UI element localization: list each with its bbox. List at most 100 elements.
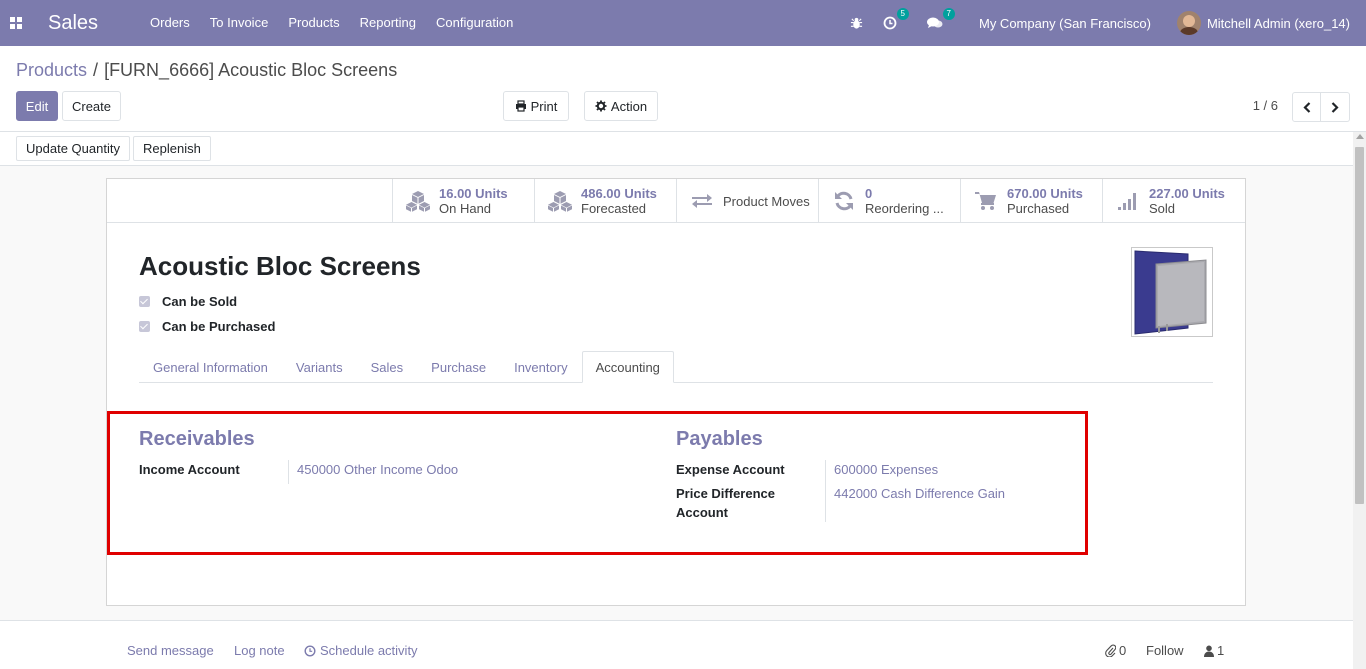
exchange-icon — [689, 192, 715, 210]
activity-count-badge: 5 — [896, 8, 909, 20]
attachments-button[interactable]: 0 — [1105, 643, 1126, 658]
price-difference-label-line1: Price Difference — [676, 486, 775, 501]
apps-menu-icon[interactable] — [0, 0, 32, 46]
pager-value: 1 / 6 — [1252, 98, 1278, 113]
menu-reporting[interactable]: Reporting — [350, 0, 426, 46]
product-image[interactable] — [1131, 247, 1213, 337]
can-be-sold-checkbox[interactable] — [139, 296, 150, 307]
income-account-label: Income Account — [139, 462, 240, 477]
pager-previous-button[interactable] — [1292, 92, 1321, 122]
acoustic-screen-image — [1132, 248, 1212, 336]
notebook-tabs: General Information Variants Sales Purch… — [139, 351, 1213, 383]
breadcrumb-products-link[interactable]: Products — [16, 60, 87, 80]
chatter: Send message Log note Schedule activity … — [0, 620, 1353, 669]
menu-orders[interactable]: Orders — [140, 0, 200, 46]
expense-account-value[interactable]: 600000 Expenses — [825, 460, 938, 484]
receivables-title: Receivables — [139, 428, 255, 450]
replenish-button[interactable]: Replenish — [133, 136, 211, 161]
edit-button[interactable]: Edit — [16, 91, 58, 121]
forecasted-value: 486.00 Units — [581, 186, 657, 201]
menu-products[interactable]: Products — [278, 0, 349, 46]
action-label: Action — [610, 98, 648, 114]
log-note-button[interactable]: Log note — [234, 643, 285, 658]
schedule-activity-label: Schedule activity — [320, 643, 418, 658]
product-name[interactable]: Acoustic Bloc Screens — [139, 251, 421, 282]
scroll-up-arrow-icon[interactable] — [1356, 134, 1364, 139]
pager-buttons — [1292, 92, 1350, 122]
tab-accounting[interactable]: Accounting — [581, 351, 674, 383]
top-navbar: Sales Orders To Invoice Products Reporti… — [0, 0, 1366, 46]
tab-general-information[interactable]: General Information — [139, 351, 282, 382]
can-be-purchased-field[interactable]: Can be Purchased — [139, 319, 275, 334]
company-switcher[interactable]: My Company (San Francisco) — [979, 16, 1151, 31]
breadcrumb-separator: / — [93, 60, 99, 80]
reordering-label: Reordering ... — [865, 201, 944, 216]
action-button[interactable]: Action — [584, 91, 658, 121]
print-button[interactable]: Print — [503, 91, 569, 121]
form-statusbar: Update Quantity Replenish — [0, 132, 1353, 166]
purchased-value: 670.00 Units — [1007, 186, 1083, 201]
app-title[interactable]: Sales — [48, 12, 98, 35]
on-hand-label: On Hand — [439, 201, 492, 216]
cubes-icon — [405, 190, 431, 212]
create-button[interactable]: Create — [62, 91, 121, 121]
print-icon — [515, 100, 526, 112]
follow-button[interactable]: Follow — [1146, 643, 1184, 658]
price-difference-label-line2: Account — [676, 505, 728, 520]
tab-sales[interactable]: Sales — [357, 351, 418, 382]
product-moves-label: Product Moves — [723, 193, 810, 209]
activity-clock-icon[interactable]: 5 — [883, 8, 909, 30]
can-be-sold-field[interactable]: Can be Sold — [139, 294, 237, 309]
followers-count: 1 — [1217, 643, 1225, 658]
chevron-left-icon — [1302, 101, 1310, 113]
price-difference-value[interactable]: 442000 Cash Difference Gain — [825, 484, 1005, 522]
vertical-scrollbar[interactable] — [1353, 132, 1366, 669]
user-menu[interactable]: Mitchell Admin (xero_14) — [1176, 11, 1350, 35]
on-hand-value: 16.00 Units — [439, 186, 508, 201]
chevron-right-icon — [1331, 101, 1339, 113]
smart-button-on-hand[interactable]: 16.00 Units On Hand — [393, 179, 535, 223]
main-menu: Orders To Invoice Products Reporting Con… — [140, 0, 523, 46]
smart-button-forecasted[interactable]: 486.00 Units Forecasted — [535, 179, 677, 223]
user-icon — [1204, 645, 1214, 657]
breadcrumb-current: [FURN_6666] Acoustic Bloc Screens — [104, 60, 398, 80]
tab-variants[interactable]: Variants — [282, 351, 357, 382]
forecasted-label: Forecasted — [581, 201, 647, 216]
can-be-purchased-label: Can be Purchased — [162, 319, 276, 334]
can-be-sold-label: Can be Sold — [162, 294, 238, 309]
schedule-activity-button[interactable]: Schedule activity — [304, 643, 418, 658]
messages-comments-icon[interactable]: 7 — [926, 8, 955, 30]
scrollbar-thumb[interactable] — [1355, 147, 1364, 504]
gear-icon — [595, 100, 607, 112]
debug-bug-icon[interactable] — [850, 17, 863, 30]
menu-configuration[interactable]: Configuration — [426, 0, 523, 46]
print-label: Print — [530, 98, 558, 114]
user-avatar — [1176, 11, 1201, 35]
cart-icon — [973, 191, 999, 211]
smart-button-reordering[interactable]: 0 Reordering ... — [819, 179, 961, 223]
tab-inventory[interactable]: Inventory — [500, 351, 581, 382]
tab-purchase[interactable]: Purchase — [417, 351, 500, 382]
can-be-purchased-checkbox[interactable] — [139, 321, 150, 332]
refresh-icon — [831, 190, 857, 212]
smart-button-product-moves[interactable]: Product Moves — [677, 179, 819, 223]
expense-account-label: Expense Account — [676, 462, 785, 477]
paperclip-icon — [1105, 644, 1116, 657]
smart-button-purchased[interactable]: 670.00 Units Purchased — [961, 179, 1103, 223]
message-count-badge: 7 — [942, 8, 955, 20]
purchased-label: Purchased — [1007, 201, 1070, 216]
signal-icon — [1115, 191, 1141, 211]
breadcrumb: Products / [FURN_6666] Acoustic Bloc Scree… — [16, 60, 397, 81]
send-message-button[interactable]: Send message — [127, 643, 214, 658]
update-quantity-button[interactable]: Update Quantity — [16, 136, 130, 161]
followers-button[interactable]: 1 — [1204, 643, 1224, 658]
income-account-value[interactable]: 450000 Other Income Odoo — [288, 460, 458, 484]
pager-next-button[interactable] — [1321, 92, 1350, 122]
payables-title: Payables — [676, 428, 763, 450]
smart-buttons: 16.00 Units On Hand 486.00 Units Forecas… — [392, 179, 1245, 223]
control-panel: Products / [FURN_6666] Acoustic Bloc Scree… — [0, 46, 1366, 132]
menu-to-invoice[interactable]: To Invoice — [200, 0, 279, 46]
smart-button-sold[interactable]: 227.00 Units Sold — [1103, 179, 1245, 223]
form-sheet: 16.00 Units On Hand 486.00 Units Forecas… — [106, 178, 1246, 606]
sold-value: 227.00 Units — [1149, 186, 1225, 201]
